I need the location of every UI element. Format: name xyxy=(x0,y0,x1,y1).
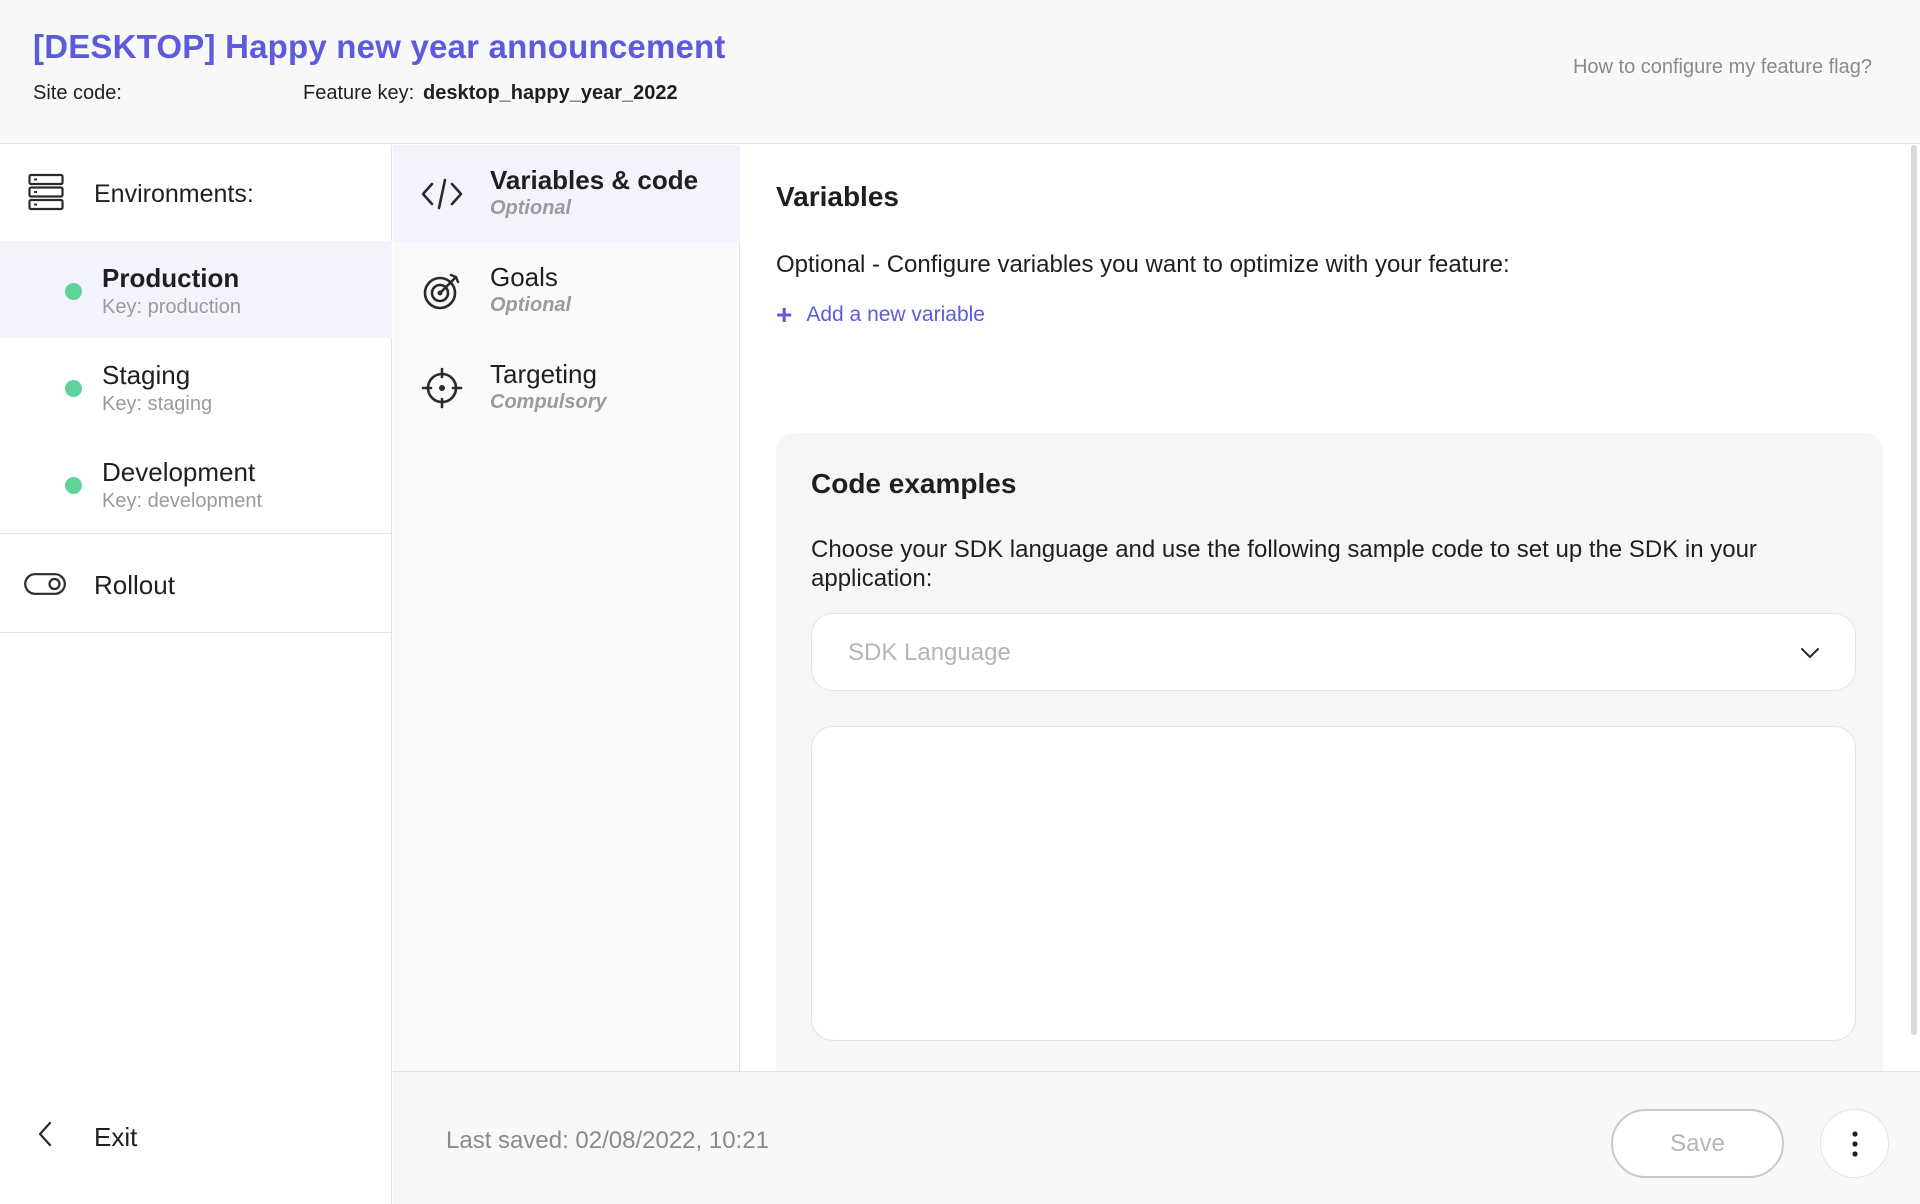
save-button[interactable]: Save xyxy=(1611,1109,1784,1178)
main-content: Variables Optional - Configure variables… xyxy=(741,145,1920,1071)
env-key: Key: production xyxy=(102,296,241,318)
status-dot xyxy=(65,283,82,300)
code-sample-box[interactable] xyxy=(811,726,1856,1041)
variables-title: Variables xyxy=(776,181,899,212)
status-dot xyxy=(65,477,82,494)
crosshair-icon xyxy=(421,367,463,409)
chevron-left-icon xyxy=(38,1121,52,1147)
server-stack-icon xyxy=(28,173,64,211)
step-sub: Optional xyxy=(490,294,572,316)
step-sub: Optional xyxy=(490,197,572,219)
sdk-language-select[interactable]: SDK Language xyxy=(811,613,1856,691)
step-name: Targeting xyxy=(490,359,597,389)
more-vertical-icon xyxy=(1852,1131,1858,1157)
code-icon xyxy=(421,178,463,210)
step-name: Variables & code xyxy=(490,165,699,195)
target-icon xyxy=(423,273,460,310)
scrollbar[interactable] xyxy=(1911,145,1917,1035)
sdk-language-placeholder: SDK Language xyxy=(848,639,1011,666)
step-targeting[interactable]: Targeting Compulsory xyxy=(393,339,740,436)
divider xyxy=(0,632,392,633)
step-name: Goals xyxy=(490,262,558,292)
toggle-icon xyxy=(24,573,66,595)
env-name: Staging xyxy=(102,360,191,390)
exit-button[interactable]: Exit xyxy=(0,1090,392,1180)
rollout-label: Rollout xyxy=(94,570,175,600)
rollout-item[interactable]: Rollout xyxy=(0,535,392,633)
code-examples-description: Choose your SDK language and use the fol… xyxy=(811,536,1757,592)
feature-key-label: Feature key: xyxy=(303,82,415,104)
env-item-staging[interactable]: Staging Key: staging xyxy=(0,338,392,435)
env-item-development[interactable]: Development Key: development xyxy=(0,435,392,532)
page-title: [DESKTOP] Happy new year announcement xyxy=(33,28,726,65)
page-header: [DESKTOP] Happy new year announcement Si… xyxy=(0,0,1920,144)
plus-icon: + xyxy=(776,299,793,330)
environments-label: Environments: xyxy=(94,180,254,208)
status-dot xyxy=(65,380,82,397)
environments-sidebar: Environments: Production Key: production… xyxy=(0,145,392,1204)
step-sub: Compulsory xyxy=(490,391,607,413)
feature-key-value: desktop_happy_year_2022 xyxy=(423,82,678,104)
header-meta: Site code: Feature key: desktop_happy_ye… xyxy=(33,82,678,105)
env-item-production[interactable]: Production Key: production xyxy=(0,241,392,338)
code-examples-card: Code examples Choose your SDK language a… xyxy=(776,433,1883,1071)
variables-description: Optional - Configure variables you want … xyxy=(776,251,1510,278)
env-key: Key: staging xyxy=(102,393,213,415)
chevron-down-icon xyxy=(1801,648,1819,658)
exit-label: Exit xyxy=(94,1122,138,1152)
help-link[interactable]: How to configure my feature flag? xyxy=(1573,56,1872,79)
environments-header: Environments: xyxy=(0,145,392,241)
step-variables-code[interactable]: Variables & code Optional xyxy=(393,145,740,242)
divider xyxy=(0,533,392,534)
footer-bar: Last saved: 02/08/2022, 10:21 Save xyxy=(393,1071,1920,1204)
site-code-label: Site code: xyxy=(33,82,122,104)
env-key: Key: development xyxy=(102,490,263,512)
step-goals[interactable]: Goals Optional xyxy=(393,242,740,339)
steps-nav: Variables & code Optional Goals Optional… xyxy=(393,145,740,1071)
add-variable-label: Add a new variable xyxy=(806,303,985,326)
last-saved-text: Last saved: 02/08/2022, 10:21 xyxy=(446,1127,769,1154)
add-variable-button[interactable]: + Add a new variable xyxy=(776,301,985,329)
code-examples-title: Code examples xyxy=(811,468,1017,499)
more-options-button[interactable] xyxy=(1820,1109,1889,1178)
env-name: Development xyxy=(102,457,256,487)
env-name: Production xyxy=(102,263,240,293)
